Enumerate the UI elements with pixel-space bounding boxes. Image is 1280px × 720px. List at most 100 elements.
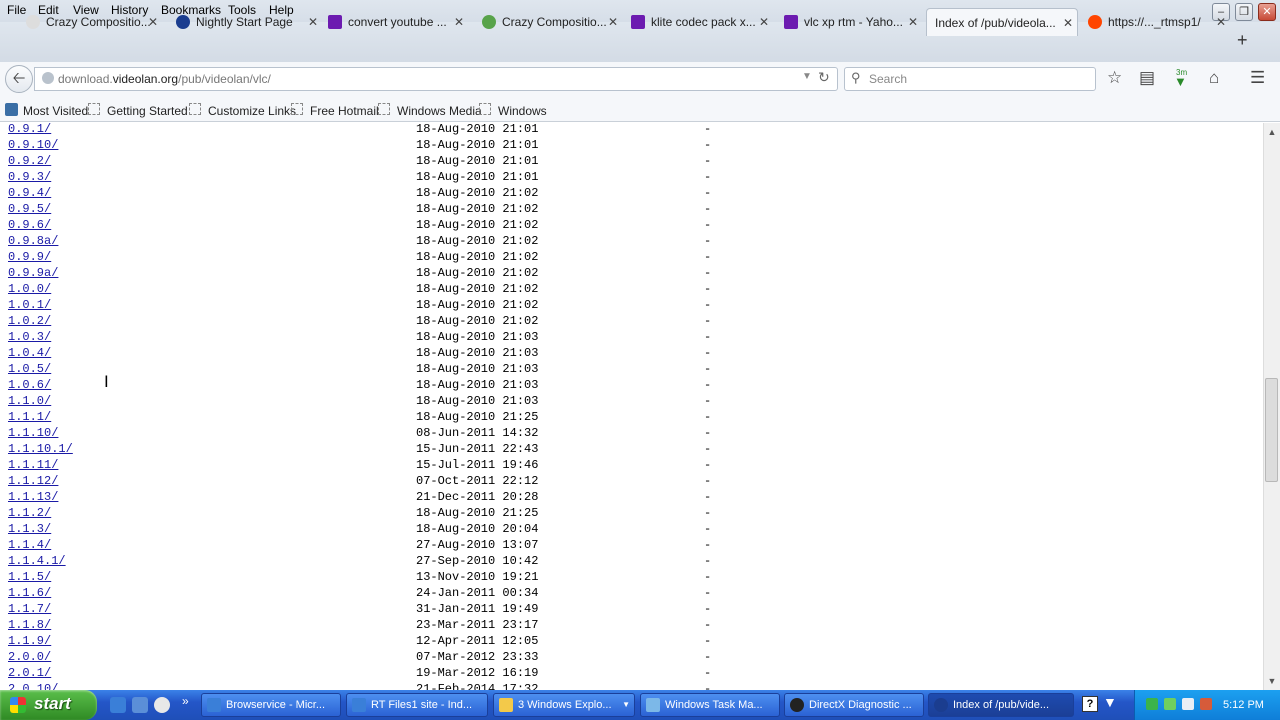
taskbar-button-3[interactable]: Windows Task Ma... [640, 693, 780, 717]
listing-row: 1.1.6/24-Jan-2011 00:34 - [0, 585, 1263, 601]
tab-close-icon[interactable]: ✕ [1216, 8, 1226, 36]
directory-link[interactable]: 0.9.9/ [8, 249, 51, 265]
directory-link[interactable]: 1.1.3/ [8, 521, 51, 537]
listing-row: 1.1.1/18-Aug-2010 21:25 - [0, 409, 1263, 425]
taskbar-button-2[interactable]: 3 Windows Explo... ▼ [493, 693, 635, 717]
directory-link[interactable]: 1.1.0/ [8, 393, 51, 409]
bookmark-getting-started[interactable]: Getting Started [107, 104, 188, 118]
directory-link[interactable]: 1.1.9/ [8, 633, 51, 649]
bookmarks-menu-icon[interactable]: ▤ [1139, 68, 1155, 88]
directory-link[interactable]: 1.0.0/ [8, 281, 51, 297]
tab-1[interactable]: Nightly Start Page ✕ [170, 8, 322, 36]
directory-link[interactable]: 1.1.5/ [8, 569, 51, 585]
quicklaunch-media-player-icon[interactable] [154, 697, 170, 713]
tray-connection-icon[interactable] [1182, 698, 1194, 710]
tab-close-icon[interactable]: ✕ [608, 8, 618, 36]
directory-link[interactable]: 1.1.6/ [8, 585, 51, 601]
directory-link[interactable]: 1.1.13/ [8, 489, 58, 505]
directory-link[interactable]: 1.1.4/ [8, 537, 51, 553]
directory-link[interactable]: 2.0.1/ [8, 665, 51, 681]
tray-app-icon[interactable] [1200, 698, 1212, 710]
directory-link[interactable]: 1.1.4.1/ [8, 553, 66, 569]
directory-link[interactable]: 1.0.1/ [8, 297, 51, 313]
taskbar-button-0[interactable]: Browservice - Micr... [201, 693, 341, 717]
tab-close-icon[interactable]: ✕ [1063, 9, 1073, 36]
taskbar-button-1[interactable]: RT Files1 site - Ind... [346, 693, 488, 717]
directory-link[interactable]: 1.1.7/ [8, 601, 51, 617]
directory-link[interactable]: 2.0.10/ [8, 681, 58, 690]
listing-row: 1.1.12/07-Oct-2011 22:12 - [0, 473, 1263, 489]
site-identity-icon[interactable] [42, 72, 54, 84]
tab-3[interactable]: Crazy Compositio... ✕ [476, 8, 622, 36]
directory-link[interactable]: 0.9.4/ [8, 185, 51, 201]
restore-button[interactable]: ❐ [1235, 3, 1253, 21]
listing-row: 1.0.3/18-Aug-2010 21:03 - [0, 329, 1263, 345]
directory-link[interactable]: 0.9.10/ [8, 137, 58, 153]
tab-5[interactable]: vlc xp rtm - Yaho... ✕ [778, 8, 922, 36]
bookmark-free-hotmail[interactable]: Free Hotmail [310, 104, 379, 118]
scroll-down-icon[interactable]: ▼ [1265, 674, 1279, 688]
hamburger-menu-icon[interactable]: ☰ [1250, 68, 1265, 88]
tab-7[interactable]: https://..._rtmsp1/ ✕ [1082, 8, 1230, 36]
help-icon[interactable]: ? [1082, 696, 1098, 712]
quicklaunch-ie-icon[interactable] [110, 697, 126, 713]
scrollbar-thumb[interactable] [1265, 378, 1278, 482]
url-history-dropdown-icon[interactable]: ▼ [802, 71, 812, 82]
bookmark-most-visited[interactable]: Most Visited [23, 104, 88, 118]
bookmark-windows-media[interactable]: Windows Media [397, 104, 482, 118]
listing-row: 1.1.0/18-Aug-2010 21:03 - [0, 393, 1263, 409]
back-button[interactable]: 🡠 [5, 65, 33, 93]
directory-link[interactable]: 0.9.1/ [8, 123, 51, 137]
url-text[interactable]: download.videolan.org/pub/videolan/vlc/ [58, 72, 271, 86]
search-input[interactable]: Search [869, 72, 907, 86]
tab-close-icon[interactable]: ✕ [908, 8, 918, 36]
directory-link[interactable]: 0.9.6/ [8, 217, 51, 233]
directory-link[interactable]: 0.9.9a/ [8, 265, 58, 281]
directory-link[interactable]: 1.1.10/ [8, 425, 58, 441]
scroll-up-icon[interactable]: ▲ [1265, 125, 1279, 139]
close-window-button[interactable]: ✕ [1258, 3, 1276, 21]
directory-link[interactable]: 1.1.12/ [8, 473, 58, 489]
bookmark-windows[interactable]: Windows [498, 104, 547, 118]
tab-2[interactable]: convert youtube ... ✕ [322, 8, 468, 36]
taskbar-button-4[interactable]: DirectX Diagnostic ... [784, 693, 924, 717]
home-icon[interactable]: ⌂ [1209, 68, 1219, 88]
bookmark-star-icon[interactable]: ☆ [1107, 68, 1122, 88]
listing-row: 2.0.0/07-Mar-2012 23:33 - [0, 649, 1263, 665]
tab-close-icon[interactable]: ✕ [759, 8, 769, 36]
modified-date: 07-Oct-2011 22:12 [416, 474, 539, 488]
directory-link[interactable]: 1.1.2/ [8, 505, 51, 521]
directory-link[interactable]: 1.1.11/ [8, 457, 58, 473]
directory-link[interactable]: 0.9.2/ [8, 153, 51, 169]
modified-date: 18-Aug-2010 21:02 [416, 202, 539, 216]
taskbar-button-5[interactable]: Index of /pub/vide... [928, 693, 1074, 717]
directory-link[interactable]: 1.0.5/ [8, 361, 51, 377]
directory-link[interactable]: 1.1.1/ [8, 409, 51, 425]
quicklaunch-desktop-icon[interactable] [132, 697, 148, 713]
directory-link[interactable]: 1.0.3/ [8, 329, 51, 345]
directory-link[interactable]: 0.9.3/ [8, 169, 51, 185]
tray-security-icon[interactable] [1164, 698, 1176, 710]
tab-4[interactable]: klite codec pack x... ✕ [625, 8, 773, 36]
tab-6[interactable]: Index of /pub/videola... ✕ [926, 8, 1078, 36]
directory-link[interactable]: 0.9.8a/ [8, 233, 58, 249]
directory-link[interactable]: 1.0.4/ [8, 345, 51, 361]
tab-close-icon[interactable]: ✕ [454, 8, 464, 36]
bookmark-customize-links[interactable]: Customize Links [208, 104, 296, 118]
new-tab-button[interactable]: + [1237, 30, 1248, 51]
directory-link[interactable]: 0.9.5/ [8, 201, 51, 217]
quicklaunch-more-icon[interactable]: » [182, 694, 189, 708]
tab-close-icon[interactable]: ✕ [148, 8, 158, 36]
directory-link[interactable]: 1.0.6/ [8, 377, 51, 393]
volume-icon[interactable]: ▼ [1103, 694, 1117, 710]
directory-link[interactable]: 1.0.2/ [8, 313, 51, 329]
directory-link[interactable]: 1.1.10.1/ [8, 441, 73, 457]
reload-icon[interactable]: ↻ [818, 69, 830, 86]
tray-network-icon[interactable] [1146, 698, 1158, 710]
tab-close-icon[interactable]: ✕ [308, 8, 318, 36]
listing-row: 0.9.4/18-Aug-2010 21:02 - [0, 185, 1263, 201]
directory-link[interactable]: 2.0.0/ [8, 649, 51, 665]
listing-row: 1.1.4.1/27-Sep-2010 10:42 - [0, 553, 1263, 569]
directory-link[interactable]: 1.1.8/ [8, 617, 51, 633]
tab-0[interactable]: Crazy Compositio... ✕ [20, 8, 162, 36]
